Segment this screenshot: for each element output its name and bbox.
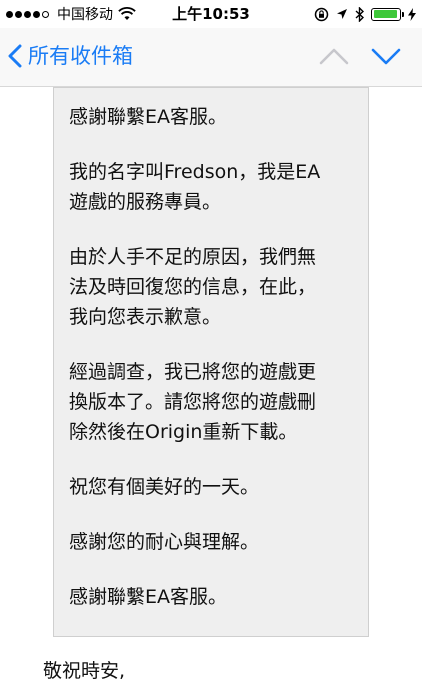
message-paragraph: 我的名字叫Fredson，我是EA 遊戲的服務專員。 bbox=[69, 161, 321, 213]
message-paragraph: 由於人手不足的原因，我們無 法及時回復您的信息，在此， 我向您表示歉意。 bbox=[69, 246, 317, 328]
rotation-lock-icon bbox=[314, 7, 329, 21]
navigation-bar: 所有收件箱 bbox=[0, 28, 422, 87]
chevron-up-icon bbox=[319, 48, 349, 65]
battery-icon bbox=[371, 7, 404, 21]
message-paragraph: 感謝聯繫EA客服。 bbox=[69, 586, 228, 608]
back-button-label: 所有收件箱 bbox=[28, 44, 133, 68]
battery-level-fill bbox=[373, 10, 398, 18]
back-to-all-inboxes-button[interactable]: 所有收件箱 bbox=[8, 40, 133, 72]
previous-message-button[interactable] bbox=[318, 42, 350, 70]
location-icon bbox=[337, 9, 347, 19]
chevron-left-icon bbox=[8, 44, 22, 68]
message-paragraph: 感謝聯繫EA客服。 bbox=[69, 106, 228, 128]
bluetooth-icon bbox=[355, 6, 364, 22]
message-paragraph: 祝您有個美好的一天。 bbox=[69, 476, 260, 498]
status-bar: 中国移动 上午10:53 bbox=[0, 0, 422, 28]
status-right bbox=[314, 4, 416, 24]
battery-tip bbox=[401, 11, 404, 17]
charging-icon bbox=[408, 7, 416, 21]
mail-message-screen: 中国移动 上午10:53 所有收件箱 感謝聯繫EA客服。 我的名字叫Fredso… bbox=[0, 0, 422, 689]
closing-salutation: 敬祝時安, bbox=[43, 660, 126, 682]
next-message-button[interactable] bbox=[370, 42, 402, 70]
message-paragraph: 經過調查，我已將您的遊戲更 換版本了。請您將您的遊戲刪 除然後在Origin重新… bbox=[69, 361, 317, 443]
message-body: 感謝聯繫EA客服。 我的名字叫Fredson，我是EA 遊戲的服務專員。 由於人… bbox=[0, 87, 422, 689]
message-paragraph: 感謝您的耐心與理解。 bbox=[69, 531, 260, 553]
chevron-down-icon bbox=[371, 48, 401, 65]
quoted-message-box: 感謝聯繫EA客服。 我的名字叫Fredson，我是EA 遊戲的服務專員。 由於人… bbox=[53, 87, 369, 637]
